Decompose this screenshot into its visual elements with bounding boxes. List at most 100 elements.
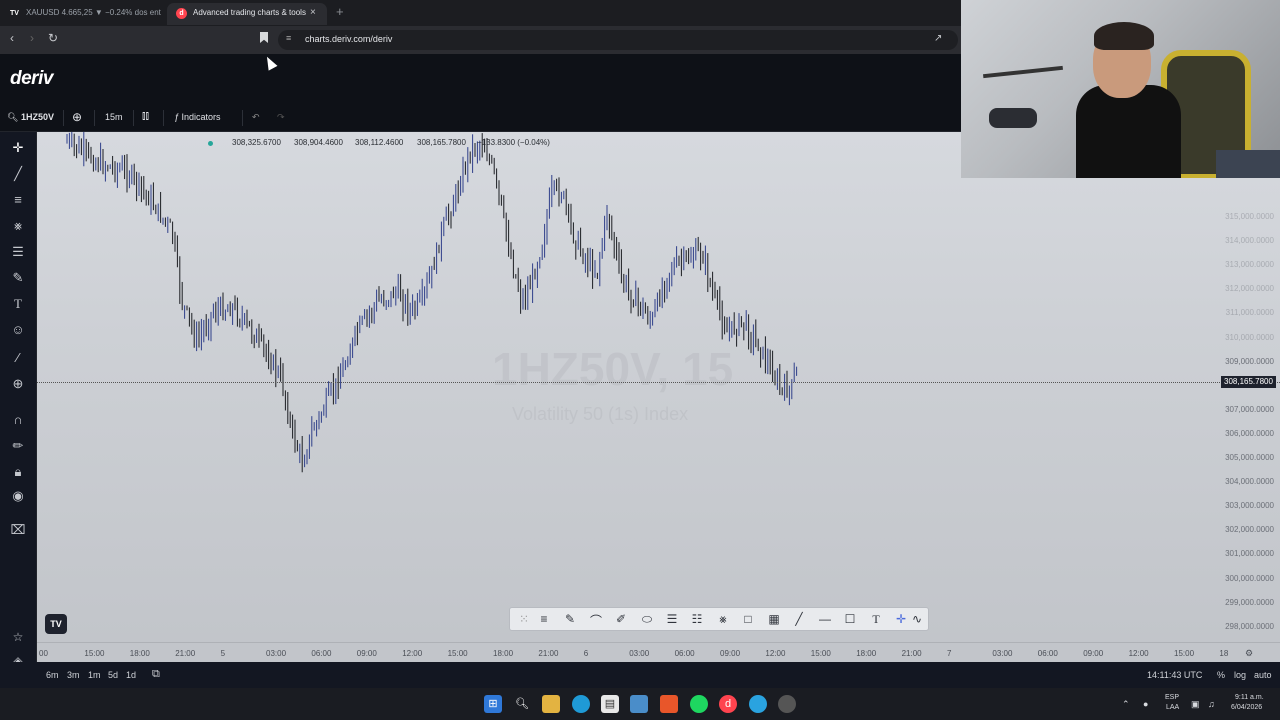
time-axis-tick: 12:00 — [1128, 649, 1149, 658]
date-range-calendar-icon[interactable]: ⧉ — [152, 668, 160, 681]
chart-type-candles-icon[interactable]: ⫾⫾ — [142, 110, 149, 123]
tray-overflow-icon[interactable]: ⌃ — [1122, 699, 1130, 710]
tradingview-icon: TV — [10, 10, 19, 17]
horizontal-line-icon[interactable]: — — [815, 612, 835, 626]
favorites-star-icon[interactable]: ☆ — [0, 630, 36, 644]
obs-icon[interactable] — [778, 695, 796, 713]
text-tool-icon[interactable]: T — [0, 296, 36, 312]
undo-icon[interactable]: ↶ — [252, 112, 260, 123]
windows-start-icon[interactable]: ⊞ — [484, 695, 502, 713]
trend-line-icon[interactable]: ╱ — [0, 166, 36, 182]
tradingview-logo-icon[interactable]: TV — [45, 614, 67, 634]
microphone — [989, 108, 1037, 128]
close-tab-icon[interactable]: × — [310, 7, 316, 18]
telegram-icon[interactable] — [749, 695, 767, 713]
clock-time[interactable]: 9:11 a.m. — [1235, 694, 1264, 701]
drag-handle-icon[interactable]: ⁙ — [514, 612, 534, 626]
ohlc-high: 308,904.4600 — [294, 138, 343, 147]
clock-date[interactable]: 6/04/2026 — [1231, 704, 1262, 711]
brush-icon[interactable]: ✎ — [0, 270, 36, 286]
time-axis-tick: 12:00 — [402, 649, 423, 658]
text-tool-icon[interactable]: T — [866, 612, 886, 627]
price-chart[interactable]: 1HZ50V, 15 Volatility 50 (1s) Index 308,… — [37, 132, 1280, 642]
parallel-channel-icon[interactable]: ☰ — [662, 612, 682, 626]
price-axis-tick: 312,000.0000 — [1225, 284, 1274, 294]
lock-icon[interactable]: 🔒︎ — [0, 464, 36, 480]
tab-label: Advanced trading charts & tools — [193, 8, 306, 17]
utc-clock[interactable]: 14:11:43 UTC — [1147, 670, 1202, 680]
trash-icon[interactable]: ⌧ — [0, 522, 36, 538]
crosshair-icon[interactable]: ✛ — [0, 140, 36, 156]
redo-icon[interactable]: ↷ — [277, 112, 285, 123]
time-axis[interactable]: 00 15:00 18:00 21:00 5 03:00 06:00 09:00 12:00 15… — [37, 642, 1280, 662]
drawing-toolbar: ⁙ ≡ ✎ ⌒ ✐ ⬭ ☰ ☷ ⨳ □ ▦ ╱ — ☐ T ✛ ∿ — [509, 607, 929, 631]
pitchfork-icon[interactable]: ⨳ — [0, 218, 36, 234]
input-language[interactable]: ESP — [1165, 694, 1179, 701]
rectangle-icon[interactable]: □ — [738, 612, 758, 626]
range-5d[interactable]: 5d — [108, 670, 118, 680]
auto-toggle[interactable]: auto — [1254, 670, 1272, 680]
divider — [63, 110, 64, 126]
file-explorer-icon[interactable] — [542, 695, 560, 713]
axis-settings-icon[interactable]: ⚙ — [1245, 648, 1253, 659]
new-tab-icon[interactable]: + — [336, 4, 344, 19]
spotify-icon[interactable] — [690, 695, 708, 713]
indicators-label: Indicators — [181, 112, 221, 122]
search-icon[interactable]: 🔍︎ — [513, 695, 531, 713]
range-6m[interactable]: 6m — [46, 670, 59, 680]
log-toggle[interactable]: log — [1234, 670, 1246, 680]
range-1d[interactable]: 1d — [126, 670, 136, 680]
compare-add-icon[interactable]: ⊕ — [72, 110, 82, 124]
deriv-icon[interactable]: d — [719, 695, 737, 713]
horizontal-lines-icon[interactable]: ≡ — [0, 192, 36, 207]
time-axis-tick: 03:00 — [266, 649, 287, 658]
function-icon: ƒ — [174, 112, 180, 122]
store-icon[interactable]: ▤ — [601, 695, 619, 713]
ruler-icon[interactable]: ∕ — [0, 350, 36, 365]
range-1m[interactable]: 1m — [88, 670, 101, 680]
back-icon[interactable]: ‹ — [10, 31, 14, 45]
emoji-icon[interactable]: ☺ — [0, 322, 36, 337]
fib-retracement-icon[interactable]: ☰ — [0, 244, 36, 260]
range-3m[interactable]: 3m — [67, 670, 80, 680]
price-axis-tick: 301,000.0000 — [1225, 549, 1274, 559]
indicators-button[interactable]: ƒ Indicators — [174, 112, 221, 122]
ohlc-change: −133.8300 (−0.04%) — [477, 138, 550, 147]
forward-icon[interactable]: › — [30, 31, 34, 45]
horizontal-lines-icon[interactable]: ≡ — [534, 612, 554, 626]
browser-tab-xauusd[interactable]: TV XAUUSD 4.665,25 ▼ −0.24% dos ent — [0, 3, 166, 25]
mic-arm — [983, 65, 1063, 79]
browser-tab-deriv[interactable]: d Advanced trading charts & tools — [167, 3, 327, 25]
curve-icon[interactable]: ⌒ — [586, 612, 606, 629]
brave-icon[interactable] — [660, 695, 678, 713]
streamer-body — [1076, 85, 1181, 178]
zoom-in-icon[interactable]: ⊕ — [0, 376, 36, 392]
pitchfork-icon[interactable]: ⨳ — [713, 612, 733, 627]
callout-icon[interactable]: ☐ — [840, 612, 860, 626]
symbol-search[interactable]: 🔍︎ 1HZ50V — [7, 112, 54, 123]
input-layout[interactable]: LAA — [1166, 704, 1179, 711]
taskbar-app-icon[interactable] — [630, 695, 648, 713]
site-settings-icon[interactable]: ≡ — [286, 33, 291, 43]
trend-line-icon[interactable]: ╱ — [789, 612, 809, 626]
volume-icon[interactable]: ♫ — [1208, 699, 1215, 709]
interval-selector[interactable]: 15m — [105, 112, 123, 122]
trend-path-icon[interactable]: ∿ — [907, 612, 927, 626]
visibility-eye-icon[interactable]: ◉ — [0, 488, 36, 504]
brush-icon[interactable]: ✎ — [560, 612, 580, 626]
ellipse-icon[interactable]: ⬭ — [637, 612, 657, 627]
time-axis-tick: 15:00 — [1174, 649, 1195, 658]
highlighter-icon[interactable]: ✐ — [611, 612, 631, 626]
keep-drawing-icon[interactable]: ✏ — [0, 438, 36, 454]
magnet-icon[interactable]: ∩ — [0, 412, 36, 427]
deriv-logo[interactable]: deriv — [10, 68, 53, 90]
percent-toggle[interactable]: % — [1217, 670, 1225, 680]
network-icon[interactable]: ▣ — [1191, 699, 1200, 710]
edge-icon[interactable] — [572, 695, 590, 713]
microphone-icon[interactable]: ● — [1143, 699, 1148, 709]
reload-icon[interactable]: ↻ — [48, 31, 58, 45]
grid-icon[interactable]: ▦ — [764, 612, 784, 626]
address-bar[interactable]: ≡ charts.deriv.com/deriv — [278, 30, 958, 50]
fib-icon[interactable]: ☷ — [687, 612, 707, 626]
share-icon[interactable]: ↗ — [934, 33, 942, 44]
